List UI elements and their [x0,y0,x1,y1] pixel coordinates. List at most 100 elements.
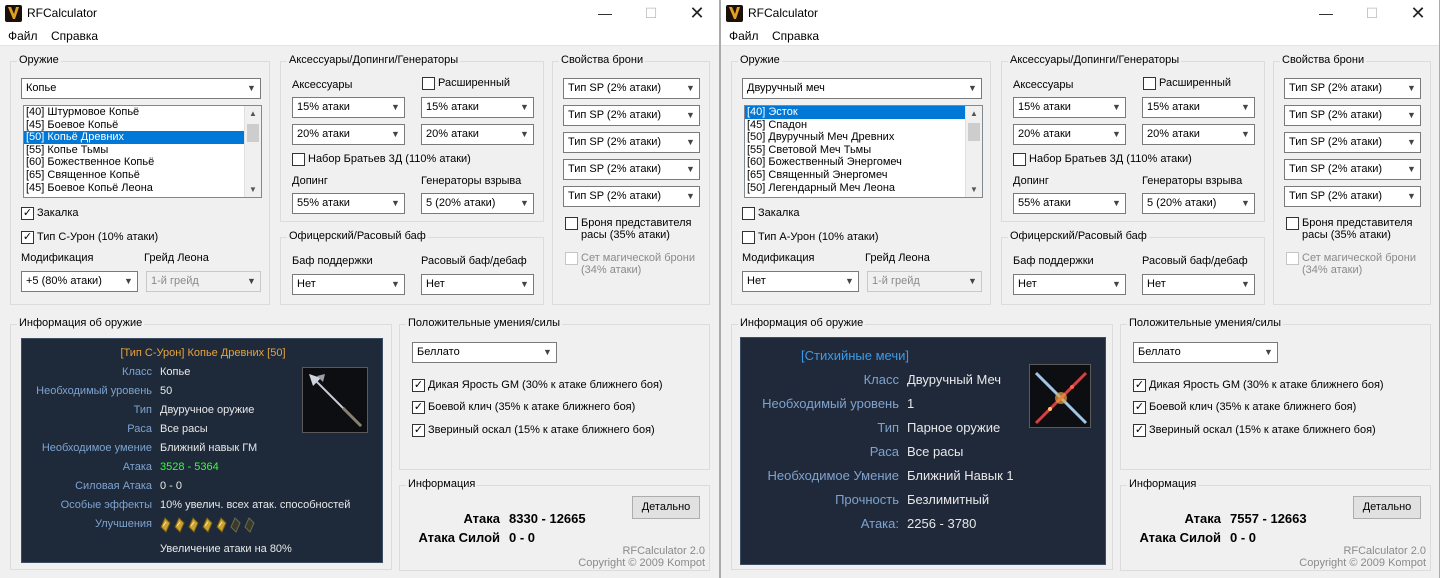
details-button[interactable]: Детально [632,496,700,519]
race-select[interactable]: Беллато ▼ [412,342,557,363]
modification-select[interactable]: +5 (80% атаки) ▼ [21,271,138,292]
maximize-icon[interactable]: ☐ [628,0,674,27]
race-select[interactable]: Беллато ▼ [1133,342,1278,363]
doping-select[interactable]: 55% атаки ▼ [292,193,405,214]
modification-label: Модификация [21,252,94,264]
armor-select-5[interactable]: Тип SP (2% атаки) ▼ [1284,186,1421,207]
generators-select[interactable]: 5 (20% атаки) ▼ [421,193,534,214]
weapon-list[interactable]: [40] Эсток [45] Спадон [50] Двуручный Ме… [744,105,983,198]
extended-checkbox[interactable]: Расширенный [1143,77,1231,90]
weapon-list[interactable]: [40] Штурмовое Копьё [45] Боевое Копьё [… [23,105,262,198]
race-buff-select[interactable]: Нет ▼ [421,274,534,295]
list-item-selected[interactable]: [40] Эсток [745,106,982,119]
armor-select-5[interactable]: Тип SP (2% атаки) ▼ [563,186,700,207]
app-icon [5,5,22,22]
list-item[interactable]: [60] Божественное Копьё [24,156,261,169]
accessory-select-2[interactable]: 15% атаки ▼ [421,97,534,118]
menu-file[interactable]: Файл [729,29,759,43]
race-armor-checkbox[interactable]: Броня представителя расы (35% атаки) [1286,217,1426,241]
type-damage-checkbox[interactable]: ✓ Тип С-Урон (10% атаки) [21,231,158,244]
scroll-up-icon[interactable]: ▲ [966,106,982,121]
menu-help[interactable]: Справка [772,29,819,43]
skill-checkbox-1[interactable]: ✓ Дикая Ярость GM (30% к атаке ближнего б… [412,379,663,392]
armor-select-4[interactable]: Тип SP (2% атаки) ▼ [563,159,700,180]
accessory-select-4[interactable]: 20% атаки ▼ [421,124,534,145]
force-attack-total: 0 - 0 [1230,530,1257,545]
support-buff-select[interactable]: Нет ▼ [292,274,405,295]
list-scrollbar[interactable]: ▲ ▼ [244,106,261,197]
app-icon [726,5,743,22]
skill-checkbox-2[interactable]: ✓ Боевой клич (35% к атаке ближнего боя) [1133,401,1356,414]
weapon-type-select[interactable]: Двуручный меч ▼ [742,78,982,99]
list-item[interactable]: [65] Священное Копьё [24,169,261,182]
accessory-select-3[interactable]: 20% атаки ▼ [1013,124,1126,145]
armor-select-1[interactable]: Тип SP (2% атаки) ▼ [563,78,700,99]
scroll-thumb[interactable] [247,124,259,142]
minimize-icon[interactable]: — [1303,0,1349,27]
list-item[interactable]: [55] Копье Тьмы [24,144,261,157]
skills-group-title: Положительные умения/силы [1127,317,1284,329]
accessories-label: Аксессуары [292,79,353,91]
list-item[interactable]: [50] Легендарный Меч Леона [745,182,982,195]
list-item[interactable]: [60] Божественный Энергомеч [745,156,982,169]
brothers-set-checkbox[interactable]: Набор Братьев 3Д (110% атаки) [1013,153,1192,166]
copyright-text: Copyright © 2009 Kompot [1299,557,1426,569]
generators-select[interactable]: 5 (20% атаки) ▼ [1142,193,1255,214]
skill-checkbox-1[interactable]: ✓ Дикая Ярость GM (30% к атаке ближнего б… [1133,379,1384,392]
upgrade-talic-empty-icon [229,517,242,533]
skill-checkbox-2[interactable]: ✓ Боевой клич (35% к атаке ближнего боя) [412,401,635,414]
type-damage-checkbox[interactable]: Тип А-Урон (10% атаки) [742,231,879,244]
hardening-checkbox[interactable]: Закалка [742,207,800,220]
armor-select-1[interactable]: Тип SP (2% атаки) ▼ [1284,78,1421,99]
minimize-icon[interactable]: — [582,0,628,27]
close-icon[interactable]: ✕ [1395,0,1439,27]
support-buff-select[interactable]: Нет ▼ [1013,274,1126,295]
list-item[interactable]: [45] Боевое Копьё Леона [24,182,261,195]
list-item[interactable]: [50] Двуручный Меч Древних [745,131,982,144]
scroll-down-icon[interactable]: ▼ [966,182,982,197]
tooltip-key: Прочность [835,492,899,507]
extended-checkbox[interactable]: Расширенный [422,77,510,90]
details-button[interactable]: Детально [1353,496,1421,519]
accessory-select-1[interactable]: 15% атаки ▼ [1013,97,1126,118]
list-item[interactable]: [65] Священный Энергомеч [745,169,982,182]
scroll-thumb[interactable] [968,123,980,141]
skill-checkbox-3[interactable]: ✓ Звериный оскал (15% к атаке ближнего бо… [1133,424,1376,437]
armor-select-3[interactable]: Тип SP (2% атаки) ▼ [563,132,700,153]
list-item[interactable]: [40] Штурмовое Копьё [24,106,261,119]
list-item[interactable]: [45] Боевое Копьё [24,119,261,132]
list-item[interactable]: [55] Световой Меч Тьмы [745,144,982,157]
armor-select-2[interactable]: Тип SP (2% атаки) ▼ [1284,105,1421,126]
scroll-up-icon[interactable]: ▲ [245,106,261,121]
tooltip-value: 2256 - 3780 [907,516,977,531]
armor-select-2[interactable]: Тип SP (2% атаки) ▼ [563,105,700,126]
modification-select[interactable]: Нет ▼ [742,271,859,292]
armor-select-3[interactable]: Тип SP (2% атаки) ▼ [1284,132,1421,153]
accessory-select-4[interactable]: 20% атаки ▼ [1142,124,1255,145]
armor-select-4[interactable]: Тип SP (2% атаки) ▼ [1284,159,1421,180]
accessory-select-2[interactable]: 15% атаки ▼ [1142,97,1255,118]
scroll-down-icon[interactable]: ▼ [245,182,261,197]
doping-select[interactable]: 55% атаки ▼ [1013,193,1126,214]
brothers-set-checkbox[interactable]: Набор Братьев 3Д (110% атаки) [292,153,471,166]
accessory-select-3[interactable]: 20% атаки ▼ [292,124,405,145]
weapon-type-select[interactable]: Копье ▼ [21,78,261,99]
list-scrollbar[interactable]: ▲ ▼ [965,106,982,197]
menu-help[interactable]: Справка [51,29,98,43]
list-item-selected[interactable]: [50] Копьё Древних [24,131,261,144]
close-icon[interactable]: ✕ [674,0,719,27]
tooltip-key: Необходимое Умение [767,468,899,483]
tooltip-value: 50 [160,385,173,397]
weapon-info-group: Информация об оружие [Стихийные мечи] Кл… [731,317,1113,570]
list-item[interactable]: [45] Спадон [745,119,982,132]
accessory-select-1[interactable]: 15% атаки ▼ [292,97,405,118]
tooltip-value: Двуручное оружие [160,404,255,416]
maximize-icon[interactable]: ☐ [1349,0,1395,27]
race-buff-select[interactable]: Нет ▼ [1142,274,1255,295]
race-armor-checkbox[interactable]: Броня представителя расы (35% атаки) [565,217,705,241]
accessories-label: Аксессуары [1013,79,1074,91]
menu-file[interactable]: Файл [8,29,38,43]
hardening-checkbox[interactable]: ✓ Закалка [21,207,79,220]
race-buff-label: Расовый баф/дебаф [421,255,527,267]
skill-checkbox-3[interactable]: ✓ Звериный оскал (15% к атаке ближнего бо… [412,424,655,437]
